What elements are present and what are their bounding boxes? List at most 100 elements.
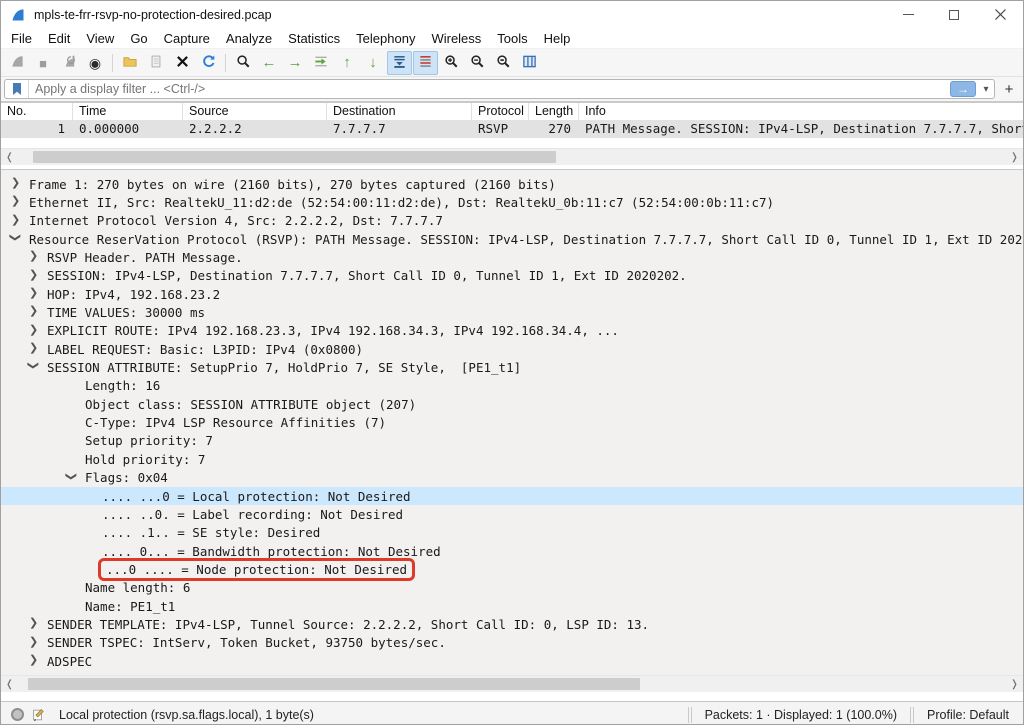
detail-row[interactable]: .... ..0. = Label recording: Not Desired bbox=[1, 505, 1023, 523]
menu-go[interactable]: Go bbox=[122, 30, 155, 47]
detail-row[interactable]: .... .1.. = SE style: Desired bbox=[1, 524, 1023, 542]
chevron-right-icon[interactable]: ❯ bbox=[29, 341, 38, 354]
scroll-track[interactable] bbox=[18, 676, 1006, 692]
open-file-button[interactable] bbox=[118, 51, 143, 75]
chevron-right-icon[interactable]: ❯ bbox=[11, 213, 20, 226]
chevron-right-icon[interactable]: ❯ bbox=[29, 304, 38, 317]
detail-row[interactable]: Hold priority: 7 bbox=[1, 450, 1023, 468]
chevron-down-icon[interactable]: ❯ bbox=[9, 233, 22, 242]
chevron-right-icon[interactable]: ❯ bbox=[29, 249, 38, 262]
scroll-right-icon[interactable]: ❭ bbox=[1006, 676, 1023, 693]
chevron-down-icon[interactable]: ❯ bbox=[65, 471, 78, 480]
reload-file-button[interactable] bbox=[196, 51, 221, 75]
detail-row[interactable]: Object class: SESSION ATTRIBUTE object (… bbox=[1, 395, 1023, 413]
filter-bookmark-icon[interactable] bbox=[5, 80, 29, 98]
go-first-packet-button[interactable]: ↑ bbox=[335, 51, 360, 75]
filter-dropdown-caret[interactable]: ▾ bbox=[978, 80, 994, 98]
capture-comment-icon[interactable] bbox=[31, 708, 45, 722]
detail-row[interactable]: ❯HOP: IPv4, 192.168.23.2 bbox=[1, 285, 1023, 303]
scroll-thumb[interactable] bbox=[28, 678, 641, 690]
column-header-time[interactable]: Time bbox=[73, 103, 183, 120]
detail-row[interactable]: ❯ADSPEC bbox=[1, 652, 1023, 670]
menu-tools[interactable]: Tools bbox=[489, 30, 535, 47]
detail-row[interactable]: Name: PE1_t1 bbox=[1, 597, 1023, 615]
chevron-right-icon[interactable]: ❯ bbox=[11, 176, 20, 189]
detail-row[interactable]: ❯Resource ReserVation Protocol (RSVP): P… bbox=[1, 230, 1023, 248]
column-header-source[interactable]: Source bbox=[183, 103, 327, 120]
detail-row[interactable]: ❯SESSION ATTRIBUTE: SetupPrio 7, HoldPri… bbox=[1, 358, 1023, 376]
restart-capture-button[interactable] bbox=[57, 51, 82, 75]
detail-row[interactable]: C-Type: IPv4 LSP Resource Affinities (7) bbox=[1, 413, 1023, 431]
chevron-right-icon[interactable]: ❯ bbox=[11, 194, 20, 207]
detail-row[interactable]: ❯Flags: 0x04 bbox=[1, 469, 1023, 487]
detail-row[interactable]: Length: 16 bbox=[1, 377, 1023, 395]
detail-row[interactable]: Setup priority: 7 bbox=[1, 432, 1023, 450]
detail-row[interactable]: ❯Ethernet II, Src: RealtekU_11:d2:de (52… bbox=[1, 193, 1023, 211]
detail-row[interactable]: ❯LABEL REQUEST: Basic: L3PID: IPv4 (0x08… bbox=[1, 340, 1023, 358]
detail-row[interactable]: ❯Frame 1: 270 bytes on wire (2160 bits),… bbox=[1, 175, 1023, 193]
column-header-destination[interactable]: Destination bbox=[327, 103, 472, 120]
detail-row[interactable]: ❯SENDER TSPEC: IntServ, Token Bucket, 93… bbox=[1, 634, 1023, 652]
go-forward-button[interactable]: → bbox=[283, 51, 308, 75]
menu-capture[interactable]: Capture bbox=[156, 30, 218, 47]
menu-wireless[interactable]: Wireless bbox=[423, 30, 489, 47]
close-button[interactable] bbox=[977, 1, 1023, 28]
chevron-right-icon[interactable]: ❯ bbox=[29, 653, 38, 666]
filter-add-button[interactable]: + bbox=[998, 79, 1020, 99]
go-back-button[interactable]: ← bbox=[257, 51, 282, 75]
go-last-packet-button[interactable]: ↓ bbox=[361, 51, 386, 75]
start-capture-button[interactable] bbox=[5, 51, 30, 75]
close-file-button[interactable] bbox=[170, 51, 195, 75]
find-packet-button[interactable] bbox=[231, 51, 256, 75]
menu-file[interactable]: File bbox=[3, 30, 40, 47]
menu-statistics[interactable]: Statistics bbox=[280, 30, 348, 47]
details-hscrollbar[interactable]: ❬ ❭ bbox=[1, 675, 1023, 692]
profile-text[interactable]: Profile: Default bbox=[915, 708, 1023, 722]
packet-row[interactable]: 10.0000002.2.2.27.7.7.7RSVP270PATH Messa… bbox=[1, 120, 1023, 138]
capture-options-button[interactable]: ◉ bbox=[83, 51, 108, 75]
zoom-out-button[interactable] bbox=[465, 51, 490, 75]
column-header-length[interactable]: Length bbox=[529, 103, 579, 120]
detail-row[interactable]: Name length: 6 bbox=[1, 579, 1023, 597]
menu-help[interactable]: Help bbox=[536, 30, 579, 47]
chevron-right-icon[interactable]: ❯ bbox=[29, 268, 38, 281]
chevron-right-icon[interactable]: ❯ bbox=[29, 635, 38, 648]
column-header-protocol[interactable]: Protocol bbox=[472, 103, 529, 120]
scroll-right-icon[interactable]: ❭ bbox=[1006, 149, 1023, 166]
stop-capture-button[interactable]: ■ bbox=[31, 51, 56, 75]
auto-scroll-button[interactable] bbox=[387, 51, 412, 75]
go-to-packet-button[interactable] bbox=[309, 51, 334, 75]
chevron-right-icon[interactable]: ❯ bbox=[29, 323, 38, 336]
detail-row[interactable]: ...0 .... = Node protection: Not Desired bbox=[1, 560, 1023, 578]
detail-row[interactable]: .... ...0 = Local protection: Not Desire… bbox=[1, 487, 1023, 505]
packet-list-hscrollbar[interactable]: ❬ ❭ bbox=[1, 148, 1023, 165]
maximize-button[interactable] bbox=[931, 1, 977, 28]
expert-info-icon[interactable] bbox=[11, 708, 24, 721]
scroll-track[interactable] bbox=[18, 149, 1006, 165]
menu-view[interactable]: View bbox=[78, 30, 122, 47]
scroll-thumb[interactable] bbox=[33, 151, 557, 163]
detail-row[interactable]: .... 0... = Bandwidth protection: Not De… bbox=[1, 542, 1023, 560]
zoom-original-button[interactable] bbox=[491, 51, 516, 75]
column-header-no[interactable]: No. bbox=[1, 103, 73, 120]
detail-row[interactable]: ❯TIME VALUES: 30000 ms bbox=[1, 303, 1023, 321]
menu-telephony[interactable]: Telephony bbox=[348, 30, 423, 47]
display-filter-input[interactable] bbox=[29, 82, 950, 96]
minimize-button[interactable] bbox=[885, 1, 931, 28]
detail-row[interactable]: ❯EXPLICIT ROUTE: IPv4 192.168.23.3, IPv4… bbox=[1, 322, 1023, 340]
menu-analyze[interactable]: Analyze bbox=[218, 30, 280, 47]
filter-apply-button[interactable]: → bbox=[950, 81, 976, 97]
detail-row[interactable]: ❯RSVP Header. PATH Message. bbox=[1, 248, 1023, 266]
resize-columns-button[interactable] bbox=[517, 51, 542, 75]
chevron-right-icon[interactable]: ❯ bbox=[29, 616, 38, 629]
detail-row[interactable]: ❯SENDER TEMPLATE: IPv4-LSP, Tunnel Sourc… bbox=[1, 615, 1023, 633]
save-file-button[interactable] bbox=[144, 51, 169, 75]
column-header-info[interactable]: Info bbox=[579, 103, 1023, 120]
detail-row[interactable]: ❯Internet Protocol Version 4, Src: 2.2.2… bbox=[1, 212, 1023, 230]
menu-edit[interactable]: Edit bbox=[40, 30, 78, 47]
colorize-packets-button[interactable] bbox=[413, 51, 438, 75]
scroll-left-icon[interactable]: ❬ bbox=[1, 676, 18, 693]
detail-row[interactable]: ❯SESSION: IPv4-LSP, Destination 7.7.7.7,… bbox=[1, 267, 1023, 285]
chevron-right-icon[interactable]: ❯ bbox=[29, 286, 38, 299]
chevron-down-icon[interactable]: ❯ bbox=[27, 361, 40, 370]
